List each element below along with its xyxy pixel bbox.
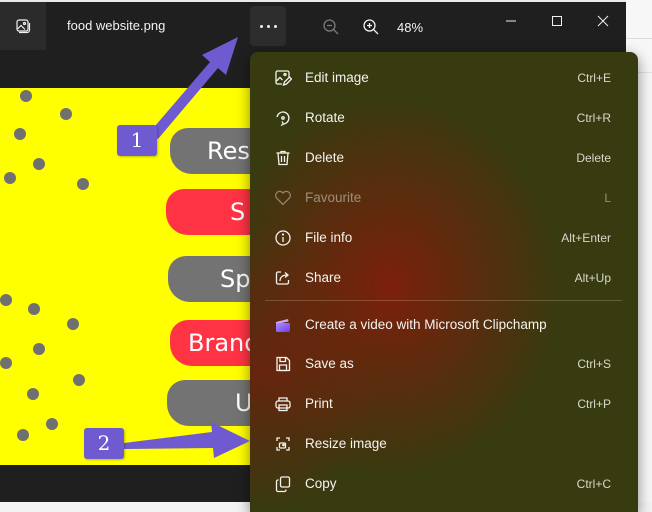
poster-pill: Brand <box>170 320 260 366</box>
minimize-icon <box>506 20 516 22</box>
menu-item-share[interactable]: Share Alt+Up <box>250 258 638 298</box>
zoom-in-icon[interactable] <box>362 18 380 36</box>
menu-item-edit-image[interactable]: Edit image Ctrl+E <box>250 58 638 98</box>
poster-pill: S <box>166 189 260 235</box>
more-dot <box>273 24 277 28</box>
edit-image-icon <box>275 70 292 87</box>
menu-item-shortcut: Ctrl+E <box>577 71 611 85</box>
clipchamp-icon <box>276 319 290 332</box>
save-icon <box>276 356 291 372</box>
decorative-dot <box>33 158 45 170</box>
share-icon <box>275 271 290 285</box>
menu-item-label: Delete <box>305 150 345 165</box>
decorative-dot <box>20 90 32 102</box>
menu-item-label: Share <box>305 270 342 285</box>
title-bar: food website.png 48% <box>0 2 626 50</box>
menu-item-rotate[interactable]: Rotate Ctrl+R <box>250 98 638 138</box>
decorative-dot <box>73 374 85 386</box>
zoom-out-icon[interactable] <box>322 18 340 36</box>
copy-icon <box>275 476 291 493</box>
poster-pill: Res <box>170 128 260 174</box>
rotate-icon <box>276 111 290 127</box>
menu-item-label: Rotate <box>305 110 345 125</box>
menu-item-save-as[interactable]: Save as Ctrl+S <box>250 344 638 384</box>
decorative-dot <box>67 318 79 330</box>
decorative-dot <box>0 294 12 306</box>
minimize-button[interactable] <box>491 6 531 36</box>
photo-icon <box>16 19 31 34</box>
more-horizontal-icon <box>259 24 263 28</box>
poster-pill: U <box>167 380 260 426</box>
menu-item-shortcut: Delete <box>576 151 611 165</box>
resize-image-icon <box>276 437 290 451</box>
decorative-dot <box>4 172 16 184</box>
menu-item-label: Edit image <box>305 70 369 85</box>
decorative-dot <box>28 303 40 315</box>
callout-1: 1 <box>117 125 157 156</box>
maximize-button[interactable] <box>537 6 577 36</box>
menu-item-shortcut: Alt+Enter <box>561 231 611 245</box>
menu-separator <box>265 300 622 301</box>
decorative-dot <box>27 388 39 400</box>
menu-item-copy[interactable]: Copy Ctrl+C <box>250 464 638 504</box>
file-name: food website.png <box>67 18 166 33</box>
menu-item-print[interactable]: Print Ctrl+P <box>250 384 638 424</box>
menu-item-shortcut: Ctrl+C <box>576 477 611 491</box>
menu-item-file-info[interactable]: File info Alt+Enter <box>250 218 638 258</box>
menu-item-label: Save as <box>305 356 354 371</box>
menu-item-shortcut: Alt+Up <box>574 271 611 285</box>
print-icon <box>275 397 291 412</box>
info-icon <box>275 230 291 246</box>
more-options-button[interactable] <box>250 6 286 46</box>
close-icon <box>597 15 609 27</box>
menu-item-delete[interactable]: Delete Delete <box>250 138 638 178</box>
close-button[interactable] <box>583 6 623 36</box>
decorative-dot <box>46 418 58 430</box>
decorative-dot <box>33 343 45 355</box>
poster-pill: Sp <box>168 256 260 302</box>
decorative-dot <box>77 178 89 190</box>
menu-item-shortcut: Ctrl+S <box>577 357 611 371</box>
menu-item-shortcut: L <box>604 191 611 205</box>
decorative-dot <box>0 357 12 369</box>
app-icon-button[interactable] <box>0 2 46 50</box>
menu-item-clipchamp[interactable]: Create a video with Microsoft Clipchamp <box>250 305 638 345</box>
menu-item-label: File info <box>305 230 353 245</box>
menu-item-resize-image[interactable]: Resize image <box>250 424 638 464</box>
menu-item-favourite: Favourite L <box>250 178 638 218</box>
decorative-dot <box>14 128 26 140</box>
decorative-dot <box>17 429 29 441</box>
menu-item-label: Print <box>305 396 333 411</box>
heart-icon <box>275 190 291 206</box>
more-dot <box>266 24 270 28</box>
maximize-icon <box>552 16 562 26</box>
menu-item-shortcut: Ctrl+R <box>576 111 611 125</box>
trash-icon <box>276 150 290 166</box>
decorative-dot <box>60 108 72 120</box>
menu-item-label: Create a video with Microsoft Clipchamp <box>305 317 547 332</box>
menu-item-label: Resize image <box>305 436 387 451</box>
menu-item-label: Favourite <box>305 190 362 205</box>
background-divider <box>626 38 652 39</box>
zoom-level[interactable]: 48% <box>397 20 423 35</box>
callout-2: 2 <box>84 428 124 459</box>
more-options-menu: Edit image Ctrl+E Rotate Ctrl+R Delete D… <box>250 52 638 512</box>
menu-item-label: Copy <box>305 476 337 491</box>
menu-item-shortcut: Ctrl+P <box>577 397 611 411</box>
